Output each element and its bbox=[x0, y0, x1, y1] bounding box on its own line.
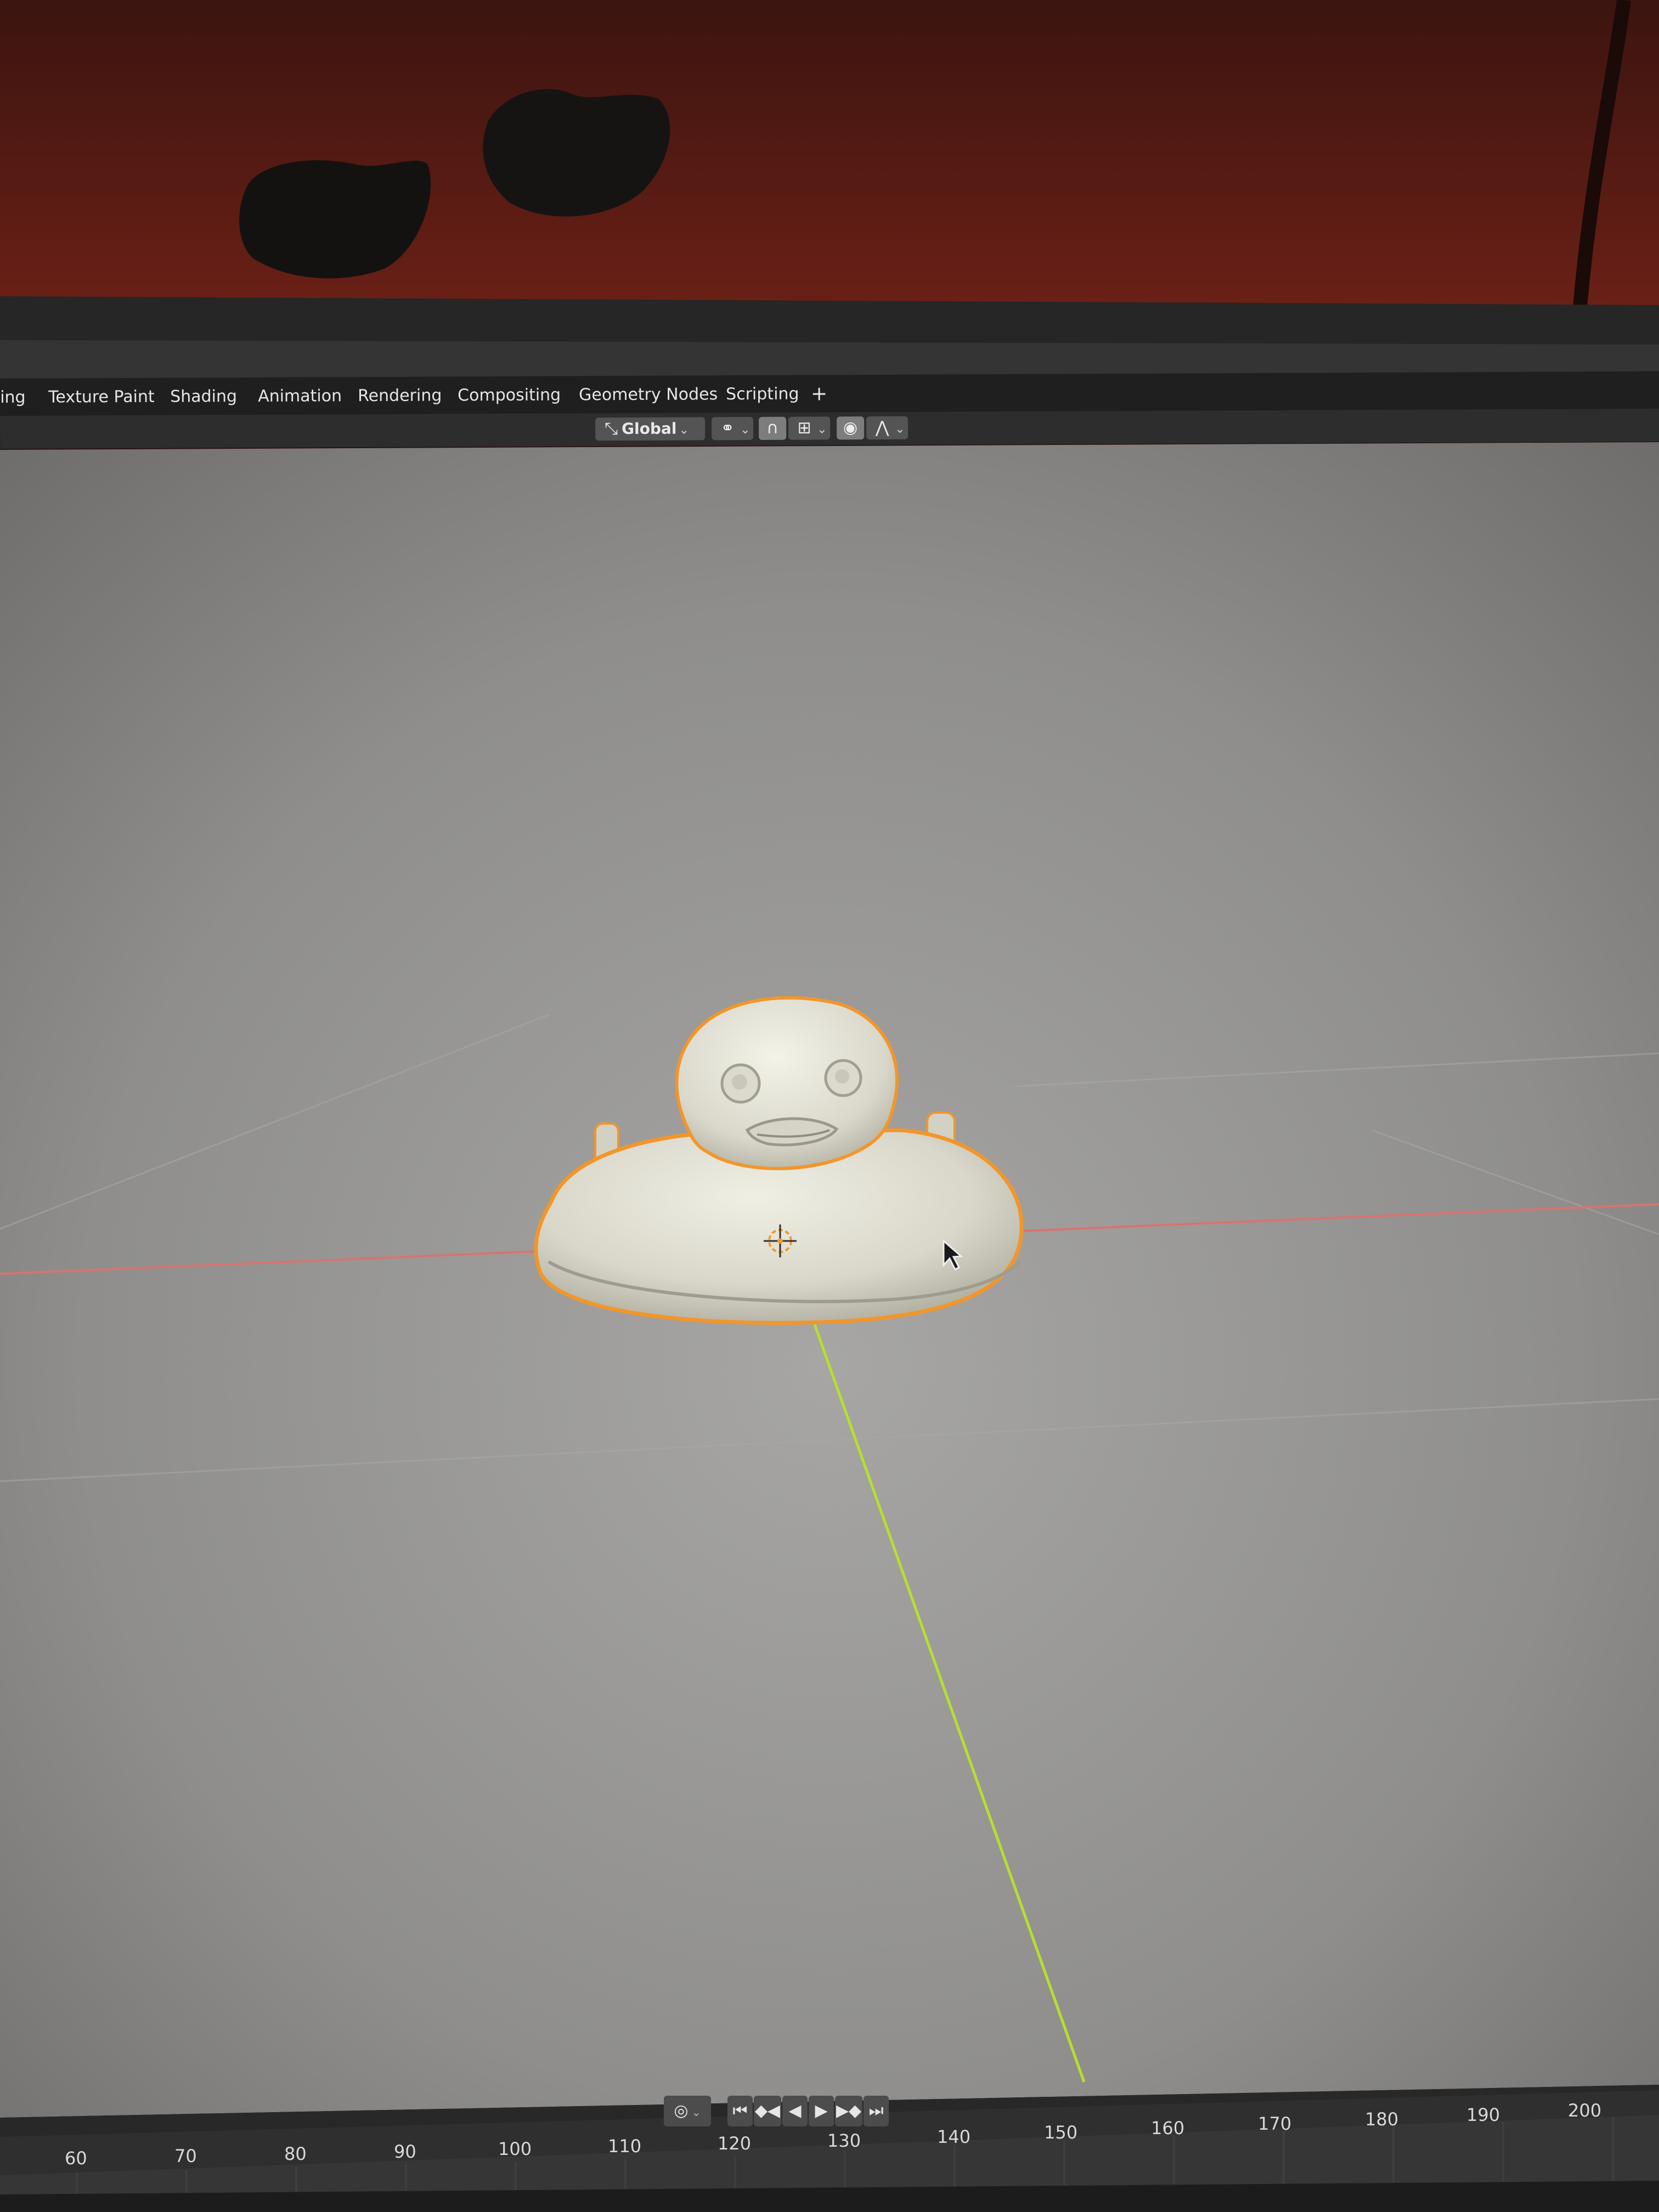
jump-keyframe-back-icon: ◆◀ bbox=[754, 2101, 781, 2120]
frame-label: 180 bbox=[1365, 2109, 1399, 2130]
chevron-down-icon: ⌄ bbox=[817, 422, 827, 437]
jump-to-end-button[interactable]: ⏭ bbox=[864, 2096, 889, 2126]
snap-target-dropdown[interactable]: ⊞ ⌄ bbox=[788, 416, 831, 440]
frame-label: 80 bbox=[284, 2143, 307, 2164]
frame-label: 60 bbox=[65, 2148, 87, 2169]
tab-geometry-nodes[interactable]: Geometry Nodes bbox=[579, 383, 718, 407]
pivot-point-icon: ⚭ bbox=[720, 419, 735, 438]
tab-texture-paint[interactable]: Texture Paint bbox=[48, 386, 155, 409]
transform-orientation-icon: ⤡ bbox=[605, 419, 618, 439]
wall bbox=[0, 0, 1659, 307]
record-icon: ◎ bbox=[674, 2101, 689, 2120]
frame-label: 140 bbox=[937, 2126, 971, 2147]
frame-label: 200 bbox=[1568, 2100, 1602, 2121]
chevron-down-icon: ⌄ bbox=[895, 422, 905, 436]
transform-orientation-dropdown[interactable]: ⤡ Global ⌄ bbox=[595, 417, 706, 441]
jump-end-icon: ⏭ bbox=[868, 2101, 884, 2120]
snap-magnet-icon: ∩ bbox=[766, 418, 779, 438]
add-workspace-button[interactable]: + bbox=[811, 382, 827, 405]
jump-keyframe-back-button[interactable]: ◆◀ bbox=[754, 2096, 781, 2126]
jump-keyframe-forward-icon: ▶◆ bbox=[836, 2101, 862, 2120]
tab-compositing[interactable]: Compositing bbox=[458, 384, 561, 408]
chevron-down-icon: ⌄ bbox=[679, 423, 689, 437]
frame-label: 110 bbox=[608, 2136, 642, 2157]
play-reverse-icon: ◀ bbox=[788, 2101, 802, 2120]
frame-label: 90 bbox=[394, 2141, 416, 2162]
play-icon: ▶ bbox=[815, 2101, 828, 2120]
play-button[interactable]: ▶ bbox=[809, 2096, 834, 2126]
proportional-editing-icon: ◉ bbox=[843, 418, 858, 438]
tab-rendering[interactable]: Rendering bbox=[358, 384, 442, 408]
pivot-point-dropdown[interactable]: ⚭ ⌄ bbox=[712, 417, 754, 441]
frame-label: 130 bbox=[827, 2130, 861, 2151]
photo-scene bbox=[0, 0, 1659, 2212]
chevron-down-icon: ⌄ bbox=[740, 423, 751, 437]
frame-label: 70 bbox=[174, 2146, 197, 2166]
proportional-editing-toggle[interactable]: ◉ bbox=[837, 416, 865, 440]
jump-start-icon: ⏮ bbox=[732, 2101, 748, 2120]
snap-increment-icon: ⊞ bbox=[797, 418, 811, 438]
snap-toggle[interactable]: ∩ bbox=[759, 416, 787, 440]
tab-scripting[interactable]: Scripting bbox=[726, 383, 799, 407]
auto-keying-toggle[interactable]: ◎ ⌄ bbox=[664, 2096, 711, 2126]
jump-keyframe-forward-button[interactable]: ▶◆ bbox=[835, 2096, 862, 2126]
chevron-down-icon: ⌄ bbox=[688, 2106, 701, 2119]
tab-animation[interactable]: Animation bbox=[258, 385, 342, 408]
frame-label: 150 bbox=[1044, 2122, 1078, 2143]
tab-shading[interactable]: Shading bbox=[170, 385, 237, 409]
falloff-dropdown[interactable]: ⋀ ⌄ bbox=[866, 416, 909, 440]
jump-to-start-button[interactable]: ⏮ bbox=[727, 2096, 753, 2126]
play-reverse-button[interactable]: ◀ bbox=[782, 2096, 808, 2126]
frame-label: 100 bbox=[498, 2138, 532, 2159]
tab-sculpting[interactable]: ing bbox=[0, 386, 26, 409]
frame-label: 170 bbox=[1258, 2113, 1292, 2134]
frame-label: 190 bbox=[1466, 2104, 1500, 2125]
monitor-bezel bbox=[0, 296, 1659, 347]
frame-label: 120 bbox=[718, 2133, 752, 2154]
falloff-curve-icon: ⋀ bbox=[875, 417, 889, 438]
frame-label: 160 bbox=[1151, 2118, 1185, 2138]
transform-orientation-value: Global bbox=[622, 419, 677, 438]
